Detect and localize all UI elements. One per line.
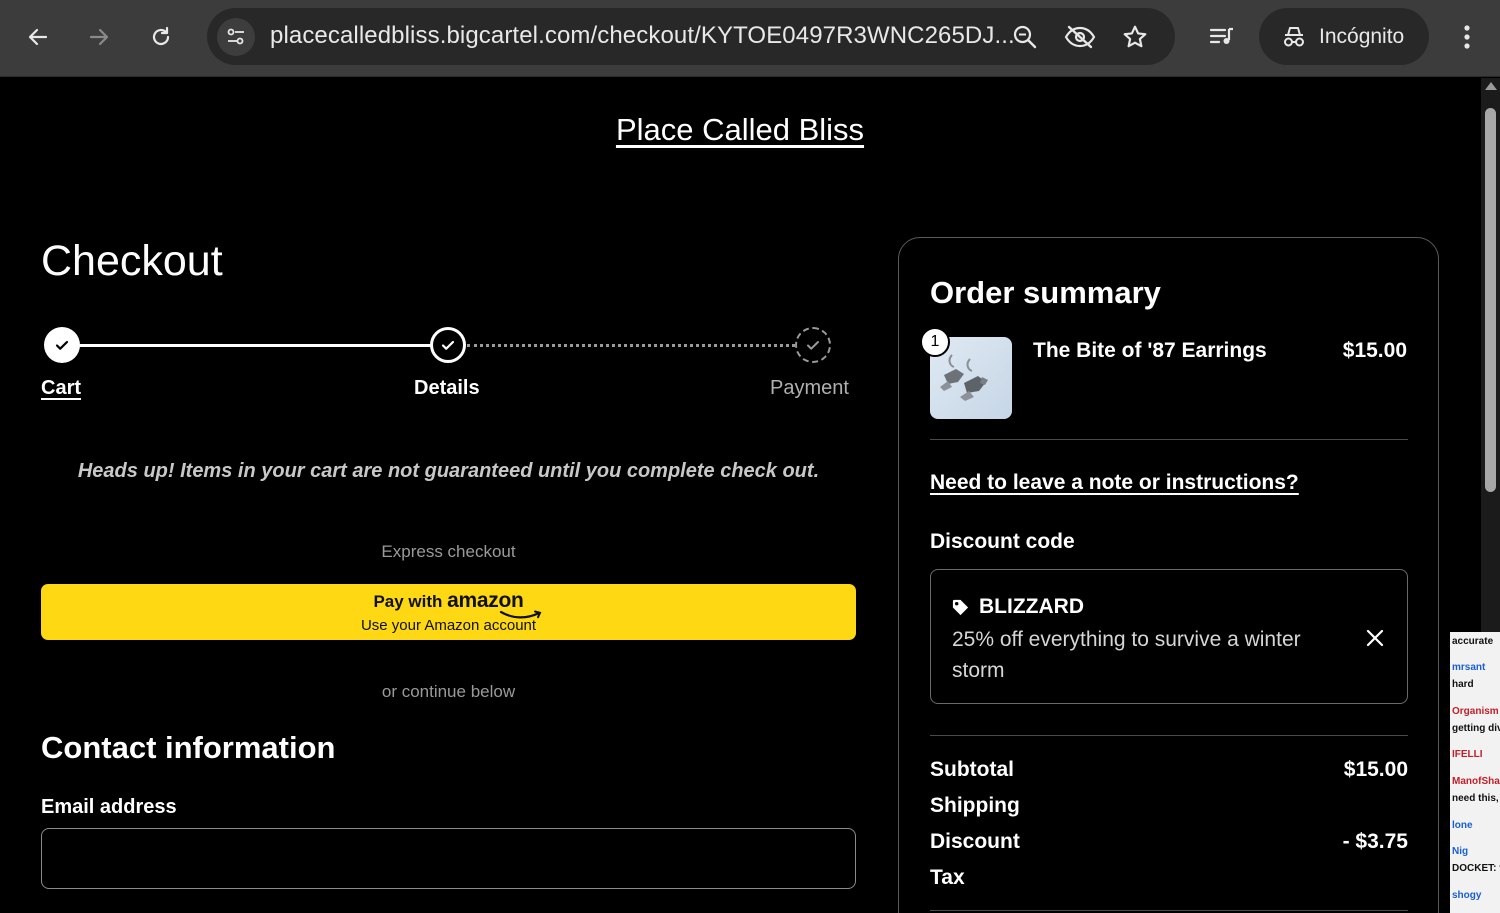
back-button[interactable] bbox=[18, 17, 58, 57]
step-details-indicator bbox=[430, 327, 466, 363]
amazon-pay-title: Pay with amazon bbox=[41, 589, 856, 613]
step-payment-indicator bbox=[795, 327, 831, 363]
step-cart-link[interactable]: Cart bbox=[41, 377, 81, 400]
tag-icon bbox=[952, 599, 969, 616]
reload-icon bbox=[152, 26, 170, 46]
page-title: Checkout bbox=[41, 237, 223, 285]
chat-line: need this, bbox=[1452, 793, 1499, 804]
shipping-row: Shipping bbox=[930, 794, 1408, 818]
chat-line: DOCKET: t bbox=[1452, 863, 1500, 874]
store-home-link[interactable]: Place Called Bliss bbox=[616, 112, 864, 147]
check-icon bbox=[807, 341, 819, 350]
check-icon bbox=[441, 340, 455, 350]
kebab-menu-icon bbox=[1464, 25, 1470, 49]
amazon-pay-button[interactable]: Pay with amazon Use your Amazon account bbox=[41, 584, 856, 640]
step-cart-indicator[interactable] bbox=[44, 327, 80, 363]
express-checkout-label: Express checkout bbox=[381, 542, 516, 561]
contact-section-title: Contact information bbox=[41, 730, 336, 765]
divider bbox=[930, 910, 1408, 911]
queue-music-icon bbox=[1209, 27, 1233, 44]
chat-line: IFELLI bbox=[1452, 749, 1483, 760]
tax-row: Tax bbox=[930, 866, 1408, 890]
chat-line: getting div bbox=[1452, 723, 1500, 734]
chat-line: Organism bbox=[1452, 706, 1499, 717]
step-progress-line bbox=[62, 344, 448, 347]
discount-code: BLIZZARD bbox=[979, 595, 1084, 618]
amazon-logo-text: amazon bbox=[447, 589, 524, 612]
subtotal-row: Subtotal $15.00 bbox=[930, 758, 1408, 782]
tax-label: Tax bbox=[930, 866, 965, 889]
order-summary-title: Order summary bbox=[930, 275, 1161, 310]
or-continue-label: or continue below bbox=[381, 682, 516, 701]
tracking-protection-button[interactable] bbox=[1063, 20, 1097, 54]
add-note-link[interactable]: Need to leave a note or instructions? bbox=[930, 471, 1299, 495]
incognito-label: Incógnito bbox=[1319, 24, 1405, 48]
arrow-right-icon bbox=[89, 28, 109, 46]
url-text[interactable]: placecalledbliss.bigcartel.com/checkout/… bbox=[270, 22, 1015, 50]
chat-overlay: accurate mrsant hard Organism getting di… bbox=[1450, 632, 1500, 913]
incognito-icon bbox=[1284, 26, 1304, 46]
item-price: $15.00 bbox=[1342, 339, 1407, 362]
bookmark-button[interactable] bbox=[1118, 20, 1152, 54]
incognito-indicator[interactable]: Incógnito bbox=[1259, 8, 1429, 65]
discount-total-label: Discount bbox=[930, 830, 1020, 853]
cart-warning: Heads up! Items in your cart are not gua… bbox=[77, 460, 820, 482]
divider bbox=[930, 735, 1408, 736]
chat-line: Nig bbox=[1452, 846, 1469, 857]
item-name: The Bite of '87 Earrings bbox=[1033, 339, 1267, 362]
forward-button[interactable] bbox=[79, 17, 119, 57]
discount-code-label: Discount code bbox=[930, 530, 1075, 553]
divider bbox=[930, 439, 1408, 440]
amazon-pay-with: Pay with bbox=[373, 592, 443, 611]
address-bar[interactable]: placecalledbliss.bigcartel.com/checkout/… bbox=[207, 8, 1175, 65]
eye-off-icon bbox=[1064, 25, 1096, 49]
order-summary-panel: Order summary 1 The Bite of '87 Earrings… bbox=[898, 237, 1439, 913]
reload-button[interactable] bbox=[141, 17, 181, 57]
store-title: Place Called Bliss bbox=[0, 112, 1480, 148]
star-icon bbox=[1123, 25, 1147, 48]
close-icon bbox=[1366, 629, 1384, 647]
email-label: Email address bbox=[41, 796, 177, 818]
browser-toolbar: placecalledbliss.bigcartel.com/checkout/… bbox=[0, 0, 1500, 77]
scroll-up-arrow-icon[interactable] bbox=[1485, 82, 1497, 90]
check-icon bbox=[55, 340, 69, 350]
step-payment-label: Payment bbox=[770, 377, 849, 399]
chat-line: hard bbox=[1452, 679, 1474, 690]
shipping-label: Shipping bbox=[930, 794, 1020, 817]
site-info-button[interactable] bbox=[217, 18, 255, 56]
scroll-thumb[interactable] bbox=[1485, 108, 1496, 492]
discount-description: 25% off everything to survive a winter s… bbox=[952, 628, 1301, 682]
subtotal-value: $15.00 bbox=[1343, 758, 1408, 781]
step-pending-line bbox=[467, 344, 795, 347]
chat-line: ManofShap bbox=[1452, 776, 1500, 787]
discount-total-value: - $3.75 bbox=[1342, 830, 1408, 853]
applied-discount: BLIZZARD 25% off everything to survive a… bbox=[930, 569, 1408, 704]
browser-menu-button[interactable] bbox=[1447, 17, 1487, 57]
item-quantity-badge: 1 bbox=[920, 327, 950, 357]
discount-row: Discount - $3.75 bbox=[930, 830, 1408, 854]
amazon-pay-subtitle: Use your Amazon account bbox=[360, 617, 537, 634]
step-details-label: Details bbox=[414, 377, 480, 399]
email-field[interactable] bbox=[41, 828, 856, 889]
remove-discount-button[interactable] bbox=[1363, 626, 1387, 650]
chat-line: mrsant bbox=[1452, 662, 1486, 673]
zoom-button[interactable] bbox=[1008, 20, 1042, 54]
chat-line: accurate bbox=[1452, 636, 1494, 647]
chat-line: shogy bbox=[1452, 890, 1482, 901]
subtotal-label: Subtotal bbox=[930, 758, 1014, 781]
media-controls-button[interactable] bbox=[1202, 17, 1242, 57]
checkout-steps: Cart Details Payment bbox=[41, 325, 856, 405]
tune-icon bbox=[227, 28, 244, 45]
zoom-icon bbox=[1013, 25, 1037, 49]
chat-line: lone bbox=[1452, 820, 1473, 831]
arrow-left-icon bbox=[28, 28, 48, 46]
